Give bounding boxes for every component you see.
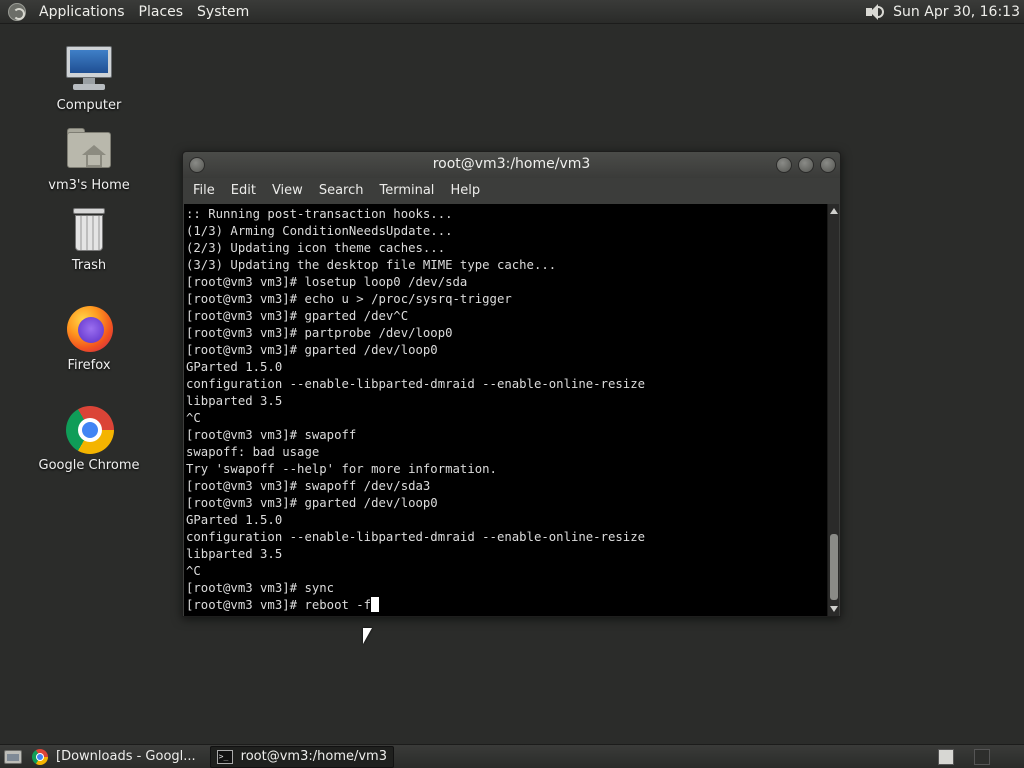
clock[interactable]: Sun Apr 30, 16:13 (893, 4, 1024, 20)
menu-edit[interactable]: Edit (225, 179, 262, 203)
terminal-line: libparted 3.5 (186, 394, 283, 408)
desktop-icon-label: Google Chrome (38, 458, 140, 473)
terminal-line: libparted 3.5 (186, 547, 283, 561)
mouse-pointer-icon (363, 628, 372, 644)
panel-right: Sun Apr 30, 16:13 (863, 0, 1024, 24)
terminal-line: configuration --enable-libparted-dmraid … (186, 530, 646, 544)
terminal-icon: >_ (216, 749, 233, 764)
top-panel: Applications Places System Sun Apr 30, 1… (0, 0, 1024, 24)
desktop-icon-trash[interactable]: Trash (34, 206, 144, 273)
terminal-output[interactable]: :: Running post-transaction hooks... (1/… (184, 204, 827, 616)
menu-file[interactable]: File (187, 179, 221, 203)
window-titlebar[interactable]: root@vm3:/home/vm3 (183, 152, 840, 178)
menu-terminal[interactable]: Terminal (373, 179, 440, 203)
terminal-menubar: File Edit View Search Terminal Help (183, 178, 840, 204)
terminal-window[interactable]: root@vm3:/home/vm3 File Edit View Search… (182, 151, 841, 617)
computer-icon (63, 46, 115, 94)
desktop-icon-label: Firefox (67, 358, 111, 373)
close-button[interactable] (820, 157, 836, 173)
terminal-line: [root@vm3 vm3]# swapoff /dev/sda3 (186, 479, 431, 493)
maximize-button[interactable] (798, 157, 814, 173)
desktop-icon-label: Computer (56, 98, 122, 113)
menu-view[interactable]: View (266, 179, 309, 203)
terminal-line: (3/3) Updating the desktop file MIME typ… (186, 258, 557, 272)
desktop-icon-label: vm3's Home (48, 178, 130, 193)
prompt-input[interactable]: [root@vm3 vm3]# reboot -f (186, 598, 371, 612)
trash-icon (63, 206, 115, 254)
terminal-line: [root@vm3 vm3]# sync (186, 581, 335, 595)
text-cursor (371, 597, 380, 612)
window-title: root@vm3:/home/vm3 (432, 156, 591, 172)
terminal-line: ^C (186, 411, 201, 425)
distro-logo-icon[interactable] (8, 2, 26, 21)
show-desktop-icon[interactable] (4, 749, 22, 764)
taskbar-item-label: [Downloads - Googl... (56, 749, 196, 764)
terminal-line: [root@vm3 vm3]# losetup loop0 /dev/sda (186, 275, 468, 289)
terminal-line: configuration --enable-libparted-dmraid … (186, 377, 646, 391)
chrome-icon (63, 406, 115, 454)
taskbar-item-terminal[interactable]: >_ root@vm3:/home/vm3 (209, 745, 394, 768)
scroll-down-arrow-icon[interactable] (830, 606, 838, 612)
speaker-volume-icon[interactable] (863, 1, 885, 23)
terminal-line: GParted 1.5.0 (186, 513, 283, 527)
minimize-button[interactable] (776, 157, 792, 173)
menu-applications[interactable]: Applications (32, 0, 132, 24)
terminal-line: (1/3) Arming ConditionNeedsUpdate... (186, 224, 453, 238)
terminal-prompt-line[interactable]: [root@vm3 vm3]# reboot -f (186, 597, 827, 614)
desktop-icon-chrome[interactable]: Google Chrome (34, 406, 144, 473)
menu-search[interactable]: Search (313, 179, 370, 203)
terminal-line: [root@vm3 vm3]# gparted /dev^C (186, 309, 409, 323)
terminal-line: swapoff: bad usage (186, 445, 320, 459)
terminal-line: [root@vm3 vm3]# swapoff (186, 428, 357, 442)
taskbar-item-label: root@vm3:/home/vm3 (240, 749, 387, 764)
terminal-line: [root@vm3 vm3]# gparted /dev/loop0 (186, 343, 438, 357)
scrollbar-thumb[interactable] (830, 534, 838, 600)
desktop-icon-computer[interactable]: Computer (34, 46, 144, 113)
terminal-line: GParted 1.5.0 (186, 360, 283, 374)
terminal-line: (2/3) Updating icon theme caches... (186, 241, 446, 255)
workspace-1[interactable] (938, 749, 954, 765)
home-folder-icon (63, 126, 115, 174)
terminal-line: :: Running post-transaction hooks... (186, 207, 453, 221)
desktop-icon-home[interactable]: vm3's Home (34, 126, 144, 193)
terminal-line: [root@vm3 vm3]# gparted /dev/loop0 (186, 496, 438, 510)
desktop-icon-firefox[interactable]: Firefox (34, 306, 144, 373)
terminal-line: [root@vm3 vm3]# partprobe /dev/loop0 (186, 326, 453, 340)
desktop-icon-label: Trash (71, 258, 107, 273)
scroll-up-arrow-icon[interactable] (830, 208, 838, 214)
taskbar-item-downloads[interactable]: [Downloads - Googl... (26, 746, 202, 768)
chrome-icon (32, 748, 48, 765)
menu-places[interactable]: Places (132, 0, 191, 24)
terminal-line: Try 'swapoff --help' for more informatio… (186, 462, 497, 476)
bottom-panel: [Downloads - Googl... >_ root@vm3:/home/… (0, 744, 1024, 768)
menu-help[interactable]: Help (444, 179, 486, 203)
terminal-line: [root@vm3 vm3]# echo u > /proc/sysrq-tri… (186, 292, 512, 306)
terminal-scrollbar[interactable] (827, 204, 839, 616)
firefox-icon (63, 306, 115, 354)
menu-system[interactable]: System (190, 0, 256, 24)
terminal-line: ^C (186, 564, 201, 578)
workspace-2[interactable] (974, 749, 990, 765)
